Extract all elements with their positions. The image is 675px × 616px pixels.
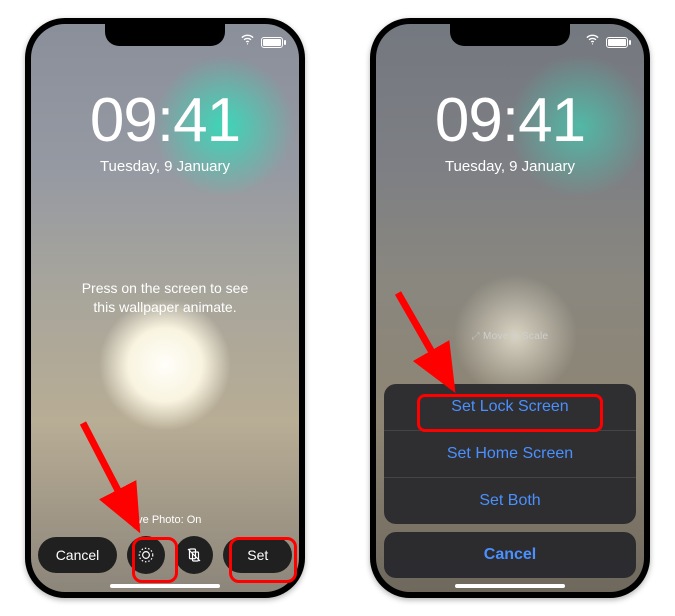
lock-clock: 09:41 Tuesday, 9 January <box>31 90 299 175</box>
set-both-option[interactable]: Set Both <box>384 478 636 524</box>
clock-time: 09:41 <box>376 90 644 152</box>
wifi-icon <box>240 32 255 52</box>
status-bar <box>585 32 628 52</box>
iphone-mockup-right: 09:41 Tuesday, 9 January ⤢ Move & Scale … <box>370 18 650 598</box>
status-bar <box>240 32 283 52</box>
home-indicator[interactable] <box>455 584 565 588</box>
clock-time: 09:41 <box>31 90 299 152</box>
wifi-icon <box>585 32 600 52</box>
clock-date: Tuesday, 9 January <box>376 158 644 175</box>
screen-left: 09:41 Tuesday, 9 January Press on the sc… <box>31 24 299 592</box>
screen-right: 09:41 Tuesday, 9 January ⤢ Move & Scale … <box>376 24 644 592</box>
move-and-scale-label: ⤢ Move & Scale <box>376 331 644 342</box>
set-lock-screen-option[interactable]: Set Lock Screen <box>384 384 636 431</box>
set-button[interactable]: Set <box>223 537 292 573</box>
set-home-screen-option[interactable]: Set Home Screen <box>384 431 636 478</box>
set-wallpaper-action-sheet: Set Lock Screen Set Home Screen Set Both… <box>384 384 636 578</box>
notch <box>105 24 225 46</box>
wallpaper-toolbar: Cancel Set <box>31 536 299 574</box>
clock-date: Tuesday, 9 January <box>31 158 299 175</box>
perspective-zoom-toggle[interactable] <box>175 536 213 574</box>
action-sheet-group: Set Lock Screen Set Home Screen Set Both <box>384 384 636 524</box>
lock-clock: 09:41 Tuesday, 9 January <box>376 90 644 175</box>
animate-instruction: Press on the screen to see this wallpape… <box>59 279 271 317</box>
cancel-button[interactable]: Cancel <box>38 537 118 573</box>
home-indicator[interactable] <box>110 584 220 588</box>
battery-icon <box>606 37 628 48</box>
notch <box>450 24 570 46</box>
battery-icon <box>261 37 283 48</box>
iphone-mockup-left: 09:41 Tuesday, 9 January Press on the sc… <box>25 18 305 598</box>
live-photo-status: Live Photo: On <box>31 514 299 526</box>
action-sheet-cancel[interactable]: Cancel <box>384 532 636 578</box>
live-photo-toggle[interactable] <box>127 536 165 574</box>
